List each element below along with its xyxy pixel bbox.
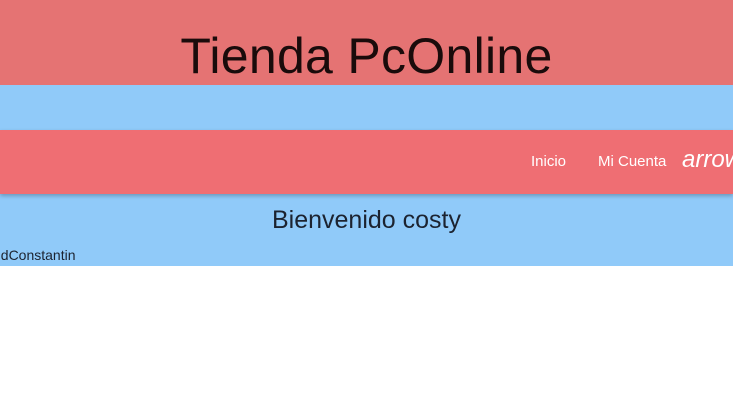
nav-link-mi-cuenta[interactable]: Mi Cuenta [598, 153, 666, 170]
nav-link-inicio[interactable]: Inicio [531, 153, 566, 170]
arrow-icon[interactable]: arrow [682, 146, 733, 174]
site-header: Tienda PcOnline [0, 0, 733, 85]
header-band [0, 85, 733, 130]
welcome-section: Bienvenido costy ndConstantin [0, 194, 733, 266]
main-navbar: Inicio Mi Cuenta arrow [0, 130, 733, 194]
user-name-text: ndConstantin [0, 247, 76, 263]
welcome-message: Bienvenido costy [271, 206, 461, 234]
site-title: Tienda PcOnline [180, 28, 553, 84]
